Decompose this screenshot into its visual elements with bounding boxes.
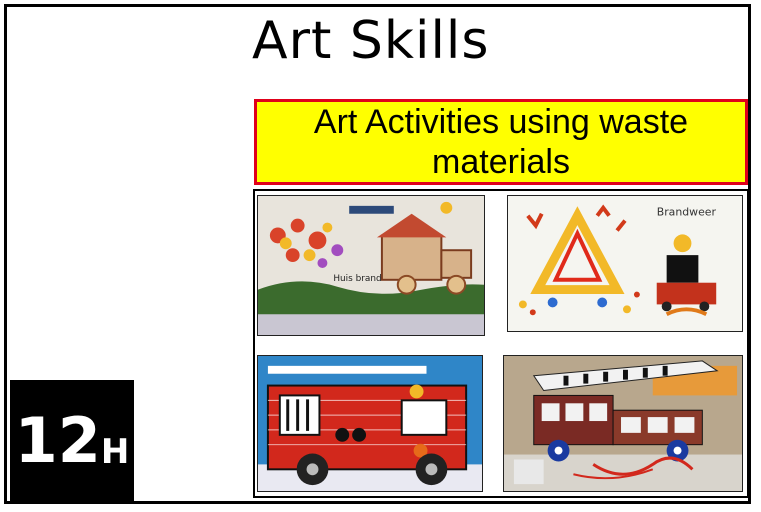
subtitle-banner-text: Art Activities using waste materials [313,103,689,181]
subtitle-banner: Art Activities using waste materials [254,99,748,185]
photo-collage-house-image: Huis brand [258,196,484,335]
photo-collage-house: Huis brand [257,195,485,336]
slide-number-suffix: H [100,432,130,472]
photo-fire-triangle-image: Brandweer [508,196,742,331]
photo-collage-house-caption: Huis brand [333,274,381,284]
photo-fire-truck-mosaic-image [258,356,482,491]
slide: Art Skills Art Activities using waste ma… [0,0,761,512]
photo-collage: Huis brand Brandweer [253,189,749,498]
slide-title: Art Skills [252,11,490,71]
slide-number: 12 [14,404,101,477]
photo-fire-truck-model-image [504,356,742,491]
photo-fire-triangle: Brandweer [507,195,743,332]
photo-fire-truck-model [503,355,743,492]
photo-fire-triangle-caption: Brandweer [657,206,717,219]
photo-fire-truck-mosaic [257,355,483,492]
slide-number-badge: 12 H [10,380,134,502]
